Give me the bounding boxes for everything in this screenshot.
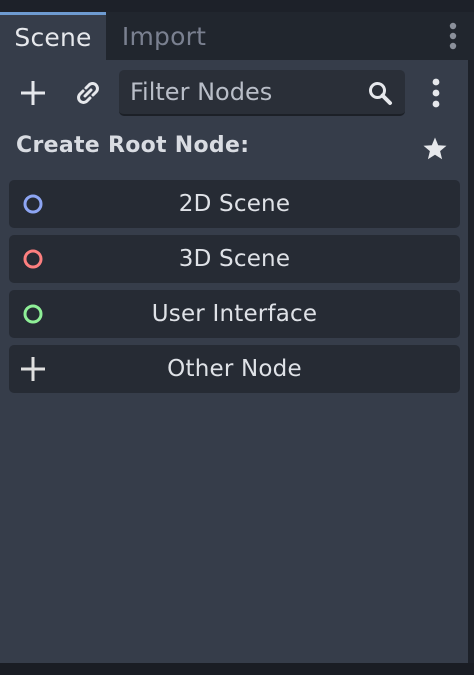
dock-tab-bar: Scene Import: [0, 12, 474, 60]
other-node-button[interactable]: Other Node: [9, 345, 460, 393]
filter-nodes-field: [119, 70, 405, 116]
search-icon: [369, 82, 392, 105]
scene-tab-content: Create Root Node: 2D Scene 3D Scene User…: [0, 60, 468, 663]
plus-icon: [21, 81, 45, 105]
dock-bottom-edge: [0, 663, 474, 675]
filter-nodes-input[interactable]: [119, 70, 363, 114]
link-icon: [77, 82, 99, 104]
tab-scene-label: Scene: [14, 23, 92, 52]
user-interface-label: User Interface: [151, 301, 318, 327]
instance-scene-button[interactable]: [70, 74, 106, 112]
2d-scene-label: 2D Scene: [178, 191, 291, 217]
2d-scene-button[interactable]: 2D Scene: [9, 180, 460, 228]
vertical-ellipsis-icon: [449, 22, 457, 50]
tab-import-label: Import: [121, 21, 207, 51]
scene-dock: Scene Import Filter Nodes Create Root No…: [0, 0, 474, 675]
user-interface-button[interactable]: User Interface: [9, 290, 460, 338]
scene-tree-menu-button[interactable]: [424, 74, 448, 112]
3d-scene-label: 3D Scene: [178, 246, 291, 272]
3d-scene-button[interactable]: 3D Scene: [9, 235, 460, 283]
tab-import[interactable]: Import: [106, 12, 222, 60]
tab-scene[interactable]: Scene: [0, 12, 106, 60]
add-child-node-button[interactable]: [15, 74, 51, 112]
dock-menu-button[interactable]: [441, 16, 465, 56]
create-root-node-heading: Create Root Node:: [16, 133, 250, 158]
star-icon[interactable]: [422, 136, 448, 162]
other-node-label: Other Node: [167, 356, 302, 382]
vertical-ellipsis-icon: [432, 78, 440, 108]
